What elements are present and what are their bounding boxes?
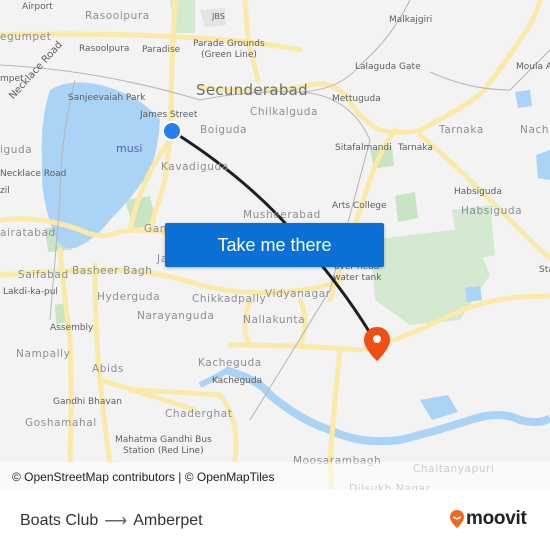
attribution-text[interactable]: © OpenStreetMap contributors | © OpenMap… [12, 470, 274, 484]
map-label-nampally: Nampally [16, 348, 71, 360]
map-label-arts-college: Arts College [332, 201, 387, 211]
map-label-chikkadpally: Chikkadpally [192, 293, 267, 305]
map-label-begumpet: egumpet [0, 31, 52, 43]
map-label-goshamahal: Goshamahal [25, 417, 97, 429]
map-label-sanjeevaiah-park: Sanjeevaiah Park [68, 93, 146, 103]
map-label-kacheguda-district: Kacheguda [198, 357, 262, 369]
moovit-pin-icon [450, 510, 464, 528]
map-label-vidyanagar: Vidyanagar [265, 288, 331, 300]
map-label-malkajgiri: Malkajgiri [389, 15, 433, 25]
water-body [420, 395, 458, 420]
map-label-mettuguda: Mettuguda [332, 94, 381, 104]
map-attribution: © OpenStreetMap contributors | © OpenMap… [0, 462, 550, 490]
map-label-paradise: Paradise [142, 45, 181, 55]
map-label-airport: Airport [22, 2, 53, 12]
map-label-basheer-bagh: Basheer Bagh [72, 265, 153, 277]
water-body [536, 150, 550, 180]
water-body [465, 286, 482, 302]
map-label-moula-ali: Moula A [516, 62, 550, 72]
arrow-right-icon: ⟶ [104, 513, 128, 530]
moovit-logo[interactable]: moovit [449, 508, 527, 530]
take-me-there-button[interactable]: Take me there [165, 223, 384, 267]
map-label-chaderghat: Chaderghat [165, 408, 233, 420]
park-area [395, 192, 418, 222]
map-label-abids: Abids [92, 363, 124, 375]
map-label-parade-grounds: Parade Grounds [193, 39, 265, 49]
moovit-wordmark: moovit [466, 508, 527, 529]
map-label-nallakunta: Nallakunta [243, 314, 306, 326]
map-label-mgbs: Mahatma Gandhi Bus [115, 435, 212, 445]
map-label-kacheguda: Kacheguda [212, 376, 263, 386]
origin-name: Boats Club [20, 512, 99, 529]
map-label-assembly: Assembly [50, 323, 94, 333]
map-label-boiguda: Boiguda [200, 124, 248, 136]
map-label-sitafalmandi: Sitafalmandi [335, 143, 392, 153]
map-label-hyderguda: Hyderguda [97, 291, 161, 303]
map-label-rasoolpura-district: Rasoolpura [85, 10, 150, 22]
map-label-habsiguda-district: Habsiguda [461, 205, 523, 217]
map-label-tarnaka-district: Tarnaka [439, 124, 484, 136]
map-label-tarnaka: Tarnaka [398, 143, 433, 153]
map-label-musheerabad: Musheerabad [243, 209, 321, 221]
origin-marker[interactable] [162, 121, 182, 141]
footer-bar: Boats Club ⟶ Amberpet moovit [0, 490, 550, 550]
map-label-saifabad: Saifabad [18, 269, 69, 281]
map-label-kavadiguda: Kavadiguda [161, 161, 229, 173]
map-label-habsiguda: Habsiguda [454, 187, 502, 197]
map-label-gandhi-bhavan: Gandhi Bhavan [53, 397, 122, 407]
map-label-james-street: James Street [140, 110, 198, 120]
map-label-iguda: iguda [0, 144, 33, 156]
map-label-rasoolpura: Rasoolpura [79, 44, 130, 54]
map-label-lakdi-ka-pul: Lakdi-ka-pul [3, 287, 58, 297]
water-body [515, 90, 532, 108]
map-label-musi: musi [116, 142, 143, 155]
map-label-green-line: (Green Line) [201, 50, 257, 60]
map-label-gandhinagar: Gan [144, 223, 168, 235]
destination-name: Amberpet [133, 512, 203, 529]
map-label-red-line: Station (Red Line) [123, 446, 204, 456]
map-label-lalaguda-gate: Lalaguda Gate [355, 62, 421, 72]
map-canvas[interactable]: Airport Rasoolpura JBS Malkajgiri egumpet Ras… [0, 0, 550, 490]
map-label-necklace-road: Necklace Road [0, 169, 67, 179]
map-label-nacharam: Nacha [520, 124, 550, 136]
destination-pin-icon[interactable] [363, 326, 391, 362]
map-label-khairatabad: airatabad [0, 227, 56, 239]
map-label-zil: zil [0, 186, 10, 196]
map-label-street: Sta [539, 265, 550, 275]
map-label-jbs: JBS [212, 12, 225, 21]
map-label-water-tank: water tank [333, 273, 382, 283]
route-title: Boats Club ⟶ Amberpet [20, 511, 203, 531]
map-label-narayanguda: Narayanguda [137, 310, 215, 322]
map-label-secunderabad: Secunderabad [196, 81, 308, 99]
map-label-chilkalguda: Chilkalguda [250, 106, 319, 118]
